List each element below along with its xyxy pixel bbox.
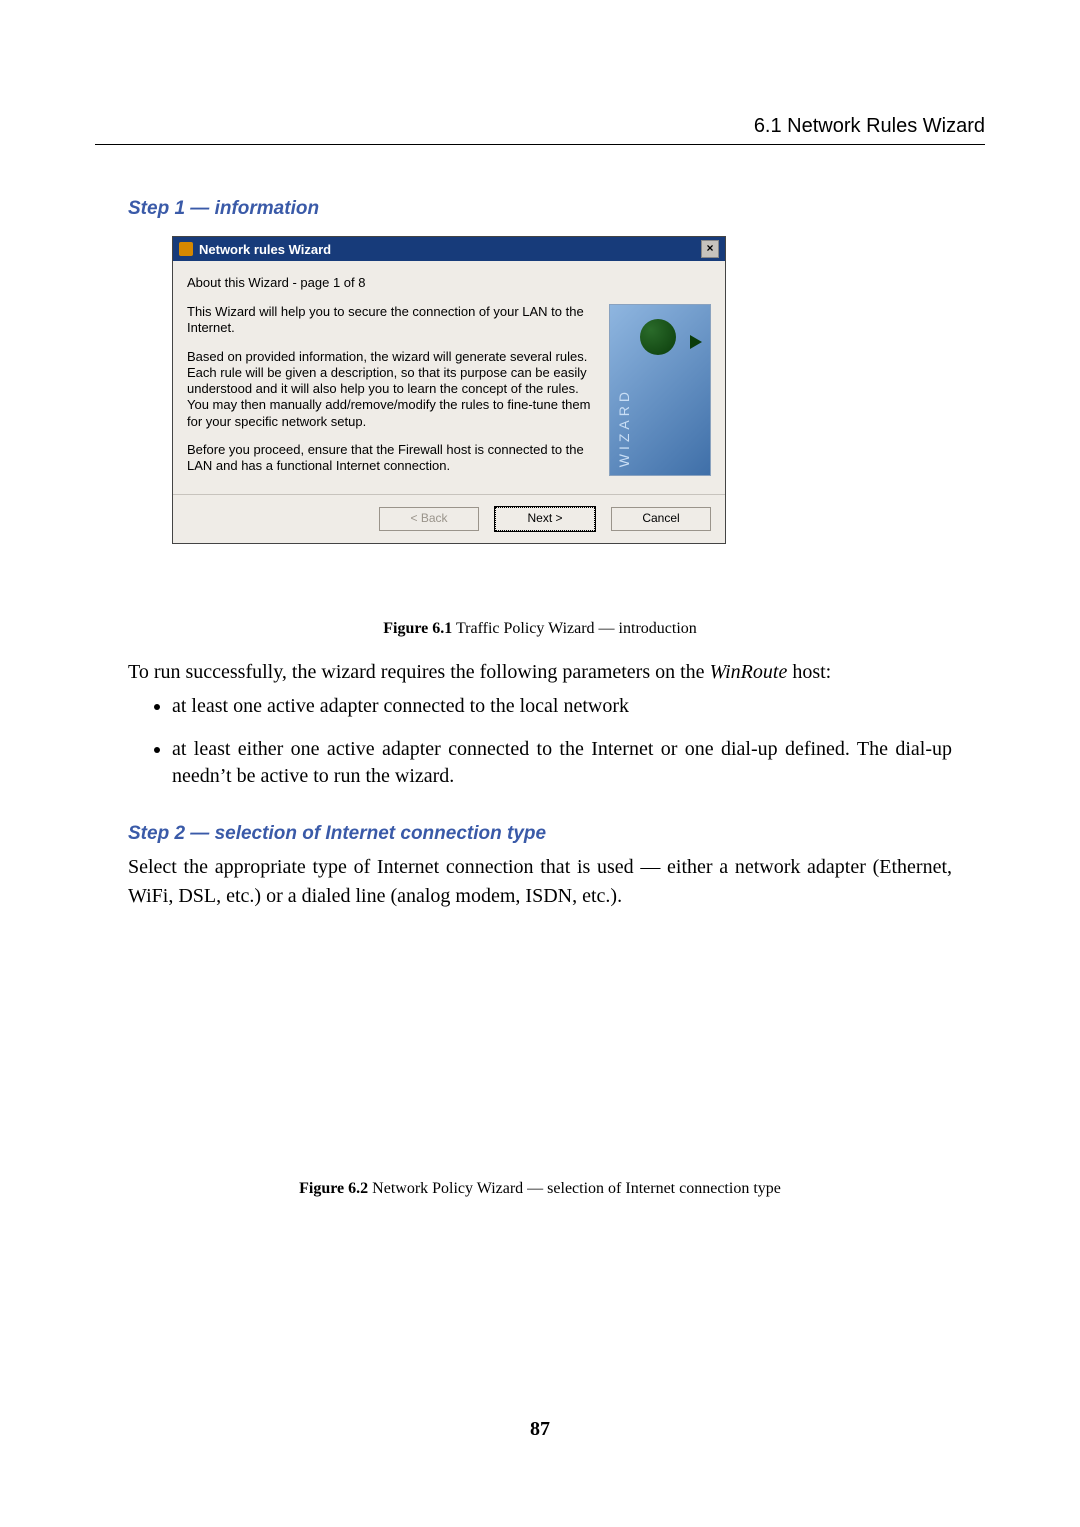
figure-6-1-label: Figure 6.1 <box>383 620 452 637</box>
figure-6-2-caption: Figure 6.2 Network Policy Wizard — selec… <box>0 1180 1080 1198</box>
intro-paragraph: To run successfully, the wizard requires… <box>128 659 952 686</box>
page: 6.1 Network Rules Wizard Step 1 — inform… <box>0 0 1080 1527</box>
step1-heading: Step 1 — information <box>128 198 319 220</box>
globe-icon <box>640 319 676 355</box>
list-item: at least one active adapter connected to… <box>172 693 952 720</box>
arrow-icon <box>690 335 702 349</box>
dialog-para3: Before you proceed, ensure that the Fire… <box>187 442 597 475</box>
page-number: 87 <box>0 1418 1080 1441</box>
dialog-footer: < Back Next > Cancel <box>173 494 725 543</box>
titlebar-left: Network rules Wizard <box>179 242 331 257</box>
dialog-titlebar: Network rules Wizard × <box>173 237 725 261</box>
wizard-art: WIZARD <box>609 304 711 476</box>
requirements-list: at least one active adapter connected to… <box>150 693 952 806</box>
dialog-text: This Wizard will help you to secure the … <box>187 304 597 486</box>
close-button[interactable]: × <box>701 240 719 258</box>
wizard-dialog: Network rules Wizard × About this Wizard… <box>172 236 726 544</box>
dialog-subtitle: About this Wizard - page 1 of 8 <box>187 275 711 290</box>
figure-6-2-text: Network Policy Wizard — selection of Int… <box>368 1180 781 1197</box>
figure-6-2-label: Figure 6.2 <box>299 1180 368 1197</box>
figure-6-1-text: Traffic Policy Wizard — introduction <box>452 620 697 637</box>
next-button[interactable]: Next > <box>495 507 595 531</box>
dialog-body: About this Wizard - page 1 of 8 This Wiz… <box>173 261 725 494</box>
cancel-button[interactable]: Cancel <box>611 507 711 531</box>
list-item: at least either one active adapter conne… <box>172 736 952 790</box>
page-header: 6.1 Network Rules Wizard <box>95 115 985 145</box>
back-button: < Back <box>379 507 479 531</box>
step2-heading: Step 2 — selection of Internet connectio… <box>128 823 546 845</box>
dialog-title: Network rules Wizard <box>199 242 331 257</box>
figure-6-1-caption: Figure 6.1 Traffic Policy Wizard — intro… <box>0 620 1080 638</box>
dialog-para1: This Wizard will help you to secure the … <box>187 304 597 337</box>
section-title: 6.1 Network Rules Wizard <box>95 115 985 144</box>
intro-post: host: <box>787 661 831 683</box>
dialog-content: This Wizard will help you to secure the … <box>187 304 711 486</box>
wizard-art-label: WIZARD <box>616 388 632 467</box>
dialog-para2: Based on provided information, the wizar… <box>187 349 597 430</box>
step2-paragraph: Select the appropriate type of Internet … <box>128 853 952 911</box>
intro-pre: To run successfully, the wizard requires… <box>128 661 710 683</box>
intro-em: WinRoute <box>710 661 788 683</box>
app-icon <box>179 242 193 256</box>
